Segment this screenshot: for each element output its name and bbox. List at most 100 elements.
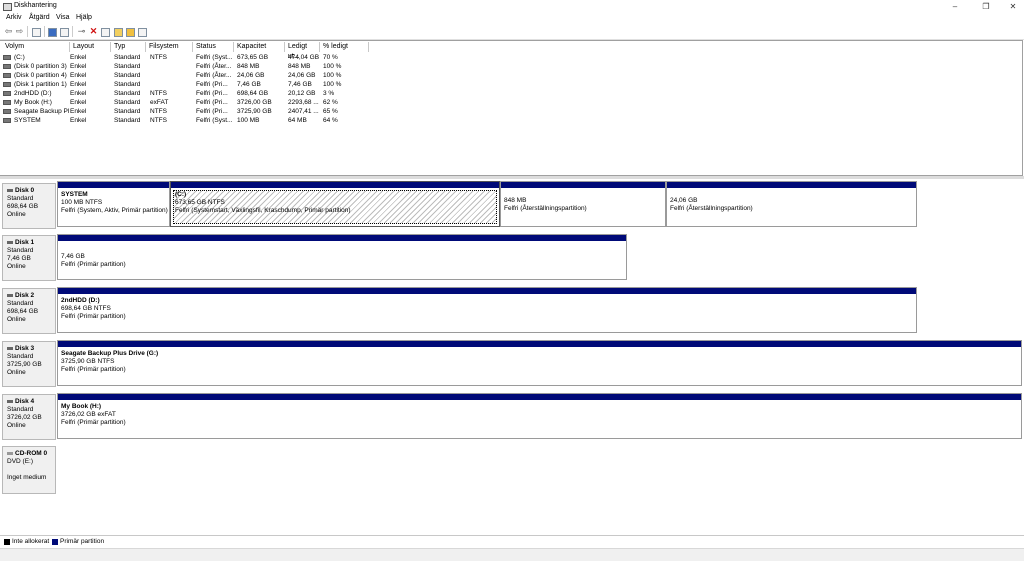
disk-name: Disk 4 (15, 398, 35, 405)
disk-status: Online (7, 263, 26, 270)
menu-atgard[interactable]: Åtgärd (29, 14, 50, 21)
table-row[interactable]: (Disk 1 partition 1) Enkel Standard Felfri … (0, 80, 370, 89)
back-arrow-icon[interactable]: ⇦ (4, 27, 13, 36)
menu-hjalp[interactable]: Hjälp (76, 14, 92, 21)
disk-label-3[interactable]: Disk 3 Standard 3725,90 GB Online (2, 341, 56, 387)
properties-icon[interactable] (60, 28, 69, 37)
partition-info: Seagate Backup Plus Drive (G:) 3725,90 G… (61, 350, 158, 374)
cell-text: 62 % (323, 99, 338, 106)
column-header-typ[interactable]: Typ (111, 42, 146, 52)
cell-text: 100 % (323, 63, 342, 70)
partition-c[interactable]: (C:) 673,65 GB NTFS Felfri (Systemstart,… (170, 181, 500, 227)
help-icon[interactable] (48, 28, 57, 37)
details-icon[interactable] (138, 28, 147, 37)
close-button[interactable]: ✕ (998, 0, 1024, 13)
partition-bar (58, 394, 1021, 400)
volume-icon (3, 108, 11, 114)
partition-name: Seagate Backup Plus Drive (G:) (61, 350, 159, 357)
disk-label-1[interactable]: Disk 1 Standard 7,46 GB Online (2, 235, 56, 281)
disk-status: Online (7, 369, 26, 376)
cell-text: 100 MB (237, 117, 260, 124)
column-header-procent-ledigt[interactable]: % ledigt (320, 42, 369, 52)
disk-graphical-view: Disk 0 Standard 698,64 GB Online SYSTEM … (0, 176, 1024, 534)
maximize-button[interactable]: ❐ (971, 0, 1001, 13)
column-header-kapacitet[interactable]: Kapacitet (234, 42, 285, 52)
table-cell: Seagate Backup Pl... (3, 107, 69, 116)
table-cell: Standard (114, 89, 148, 98)
menu-arkiv[interactable]: Arkiv (6, 14, 22, 21)
partition-disk1[interactable]: 7,46 GB Felfri (Primär partition) (57, 234, 627, 280)
partition-seagate[interactable]: Seagate Backup Plus Drive (G:) 3725,90 G… (57, 340, 1022, 386)
cell-text: Standard (114, 99, 141, 106)
disk-label-0[interactable]: Disk 0 Standard 698,64 GB Online (2, 183, 56, 229)
table-row[interactable]: (Disk 0 partition 3) Enkel Standard Felfri … (0, 62, 370, 71)
table-cell: NTFS (150, 89, 194, 98)
cdrom-icon (7, 451, 13, 455)
cell-text: 2407,41 ... (288, 108, 319, 115)
table-cell: 100 % (323, 80, 363, 89)
delete-icon[interactable]: ✕ (89, 27, 98, 36)
check-icon[interactable] (101, 28, 110, 37)
list-view-icon[interactable] (32, 28, 41, 37)
table-cell: 7,46 GB (237, 80, 287, 89)
table-row[interactable]: (Disk 0 partition 4) Enkel Standard Felfri … (0, 71, 370, 80)
partition-bar (501, 182, 665, 188)
cell-text: Seagate Backup Pl... (14, 108, 69, 115)
cell-text: (Disk 1 partition 1) (14, 81, 67, 88)
table-cell: 62 % (323, 98, 363, 107)
cell-text: 2ndHDD (D:) (14, 90, 52, 97)
partition-info: 7,46 GB Felfri (Primär partition) (61, 253, 126, 269)
cell-text: Enkel (70, 90, 87, 97)
disk-row-0: Disk 0 Standard 698,64 GB Online SYSTEM … (0, 180, 1024, 232)
cell-text: Enkel (70, 117, 87, 124)
column-header-filsystem[interactable]: Filsystem (146, 42, 193, 52)
cell-text: NTFS (150, 108, 167, 115)
column-header-volym[interactable]: Volym (2, 42, 70, 52)
cell-text: 3726,00 GB (237, 99, 272, 106)
window-title: Diskhantering (14, 2, 57, 9)
partition-name: My Book (H:) (61, 403, 102, 410)
table-cell: NTFS (150, 107, 194, 116)
table-cell: 2293,68 ... (288, 98, 322, 107)
column-header-status[interactable]: Status (193, 42, 234, 52)
cell-text: Felfri (Syst... (196, 54, 233, 61)
disk-icon (7, 240, 13, 244)
partition-mybook[interactable]: My Book (H:) 3726,02 GB exFAT Felfri (Pr… (57, 393, 1022, 439)
cell-text: Standard (114, 108, 141, 115)
table-row[interactable]: (C:) Enkel Standard NTFS Felfri (Syst... 673,… (0, 53, 370, 62)
splitter[interactable] (0, 176, 1024, 179)
table-row[interactable]: 2ndHDD (D:) Enkel Standard NTFS Felfri (Pri.… (0, 89, 370, 98)
disk-management-app-icon (3, 3, 12, 11)
minimize-button[interactable]: – (940, 0, 970, 13)
column-header-ledigt[interactable]: Ledigt ut... (285, 42, 320, 60)
cell-text: Felfri (Pri... (196, 108, 228, 115)
partition-2ndhdd[interactable]: 2ndHDD (D:) 698,64 GB NTFS Felfri (Primä… (57, 287, 917, 333)
partition-size: 848 MB (504, 197, 527, 204)
column-header-layout[interactable]: Layout (70, 42, 111, 52)
partition-recovery-3[interactable]: 848 MB Felfri (Återställningspartition) (500, 181, 666, 227)
connect-icon[interactable]: ⊸ (77, 27, 86, 36)
cell-text: 64 MB (288, 117, 307, 124)
cell-text: My Book (H:) (14, 99, 52, 106)
menu-visa[interactable]: Visa (56, 14, 70, 21)
table-cell: Felfri (Syst... (196, 116, 236, 125)
table-row[interactable]: My Book (H:) Enkel Standard exFAT Felfri (Pr… (0, 98, 370, 107)
volume-list[interactable]: Volym Layout Typ Filsystem Status Kapaci… (0, 40, 1023, 176)
partition-recovery-4[interactable]: 24,06 GB Felfri (Återställningspartition… (666, 181, 917, 227)
disk-label-4[interactable]: Disk 4 Standard 3726,02 GB Online (2, 394, 56, 440)
table-cell: Enkel (70, 80, 110, 89)
cell-text: SYSTEM (14, 117, 41, 124)
cell-text: 20,12 GB (288, 90, 316, 97)
cdrom-label[interactable]: CD-ROM 0 DVD (E:) Inget medium (2, 446, 56, 494)
forward-arrow-icon[interactable]: ⇨ (15, 27, 24, 36)
cell-text: 2293,68 ... (288, 99, 319, 106)
table-row[interactable]: SYSTEM Enkel Standard NTFS Felfri (Syst... 10… (0, 116, 370, 125)
table-row[interactable]: Seagate Backup Pl... Enkel Standard NTFS Fel… (0, 107, 370, 116)
folder-icon[interactable] (126, 28, 135, 37)
table-cell: (Disk 0 partition 4) (3, 71, 69, 80)
partition-system[interactable]: SYSTEM 100 MB NTFS Felfri (System, Aktiv… (57, 181, 170, 227)
partition-size: 698,64 GB NTFS (61, 305, 111, 312)
volume-icon (3, 54, 11, 60)
disk-label-2[interactable]: Disk 2 Standard 698,64 GB Online (2, 288, 56, 334)
new-icon[interactable] (114, 28, 123, 37)
